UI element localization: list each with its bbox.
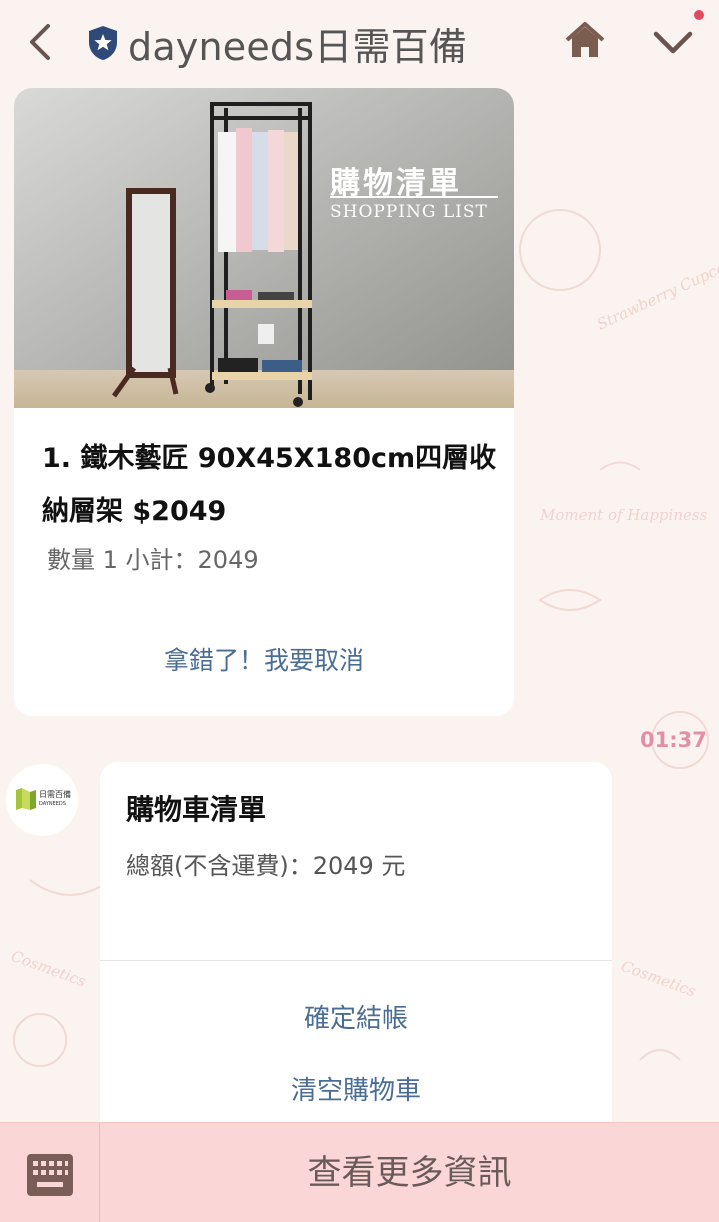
cart-total: 總額(不含運費)：2049 元 <box>126 852 406 880</box>
svg-text:Strawberry Cupcake: Strawberry Cupcake <box>594 251 719 334</box>
chat-title: dayneeds日需百備 <box>128 25 468 69</box>
cart-divider <box>100 960 612 961</box>
avatar-brand-text: 日需百備 <box>39 789 71 799</box>
message-timestamp: 01:37 <box>640 728 707 752</box>
cart-card: 購物車清單 總額(不含運費)：2049 元 確定結帳 清空購物車 <box>100 762 612 1142</box>
verified-shield-icon <box>89 26 117 60</box>
chat-header: dayneeds日需百備 <box>0 0 719 84</box>
product-name: 1. 鐵木藝匠 90X45X180cm四層收納層架 $2049 <box>42 443 497 527</box>
hero-subtitle: SHOPPING LIST <box>330 202 488 222</box>
avatar[interactable]: 日需百備 DAYNEEDS <box>6 764 78 836</box>
bottom-menu-bar: 查看更多資訊 <box>0 1122 719 1222</box>
keyboard-toggle-button[interactable] <box>0 1123 100 1222</box>
svg-text:Cosmetics: Cosmetics <box>9 947 89 991</box>
home-icon[interactable] <box>563 20 607 60</box>
svg-text:Cosmetics: Cosmetics <box>619 957 699 1001</box>
svg-text:Moment of Happiness: Moment of Happiness <box>539 506 708 524</box>
cancel-item-button[interactable]: 拿錯了！我要取消 <box>14 636 514 686</box>
keyboard-icon <box>27 1154 73 1196</box>
clear-cart-button[interactable]: 清空購物車 <box>100 1068 612 1114</box>
checkout-button[interactable]: 確定結帳 <box>100 996 612 1042</box>
notification-dot <box>694 10 704 20</box>
chevron-down-icon[interactable] <box>650 24 696 60</box>
avatar-brand-sub: DAYNEEDS <box>39 801 66 807</box>
cart-title: 購物車清單 <box>126 793 267 826</box>
product-quantity: 數量 1 小計：2049 <box>47 546 259 574</box>
hero-divider <box>330 196 498 198</box>
back-arrow-icon[interactable] <box>22 22 58 62</box>
more-info-button[interactable]: 查看更多資訊 <box>100 1123 719 1222</box>
product-card: 購物清單 SHOPPING LIST 1. 鐵木藝匠 90X45X180cm四層… <box>14 88 514 716</box>
product-image: 購物清單 SHOPPING LIST <box>14 88 514 408</box>
